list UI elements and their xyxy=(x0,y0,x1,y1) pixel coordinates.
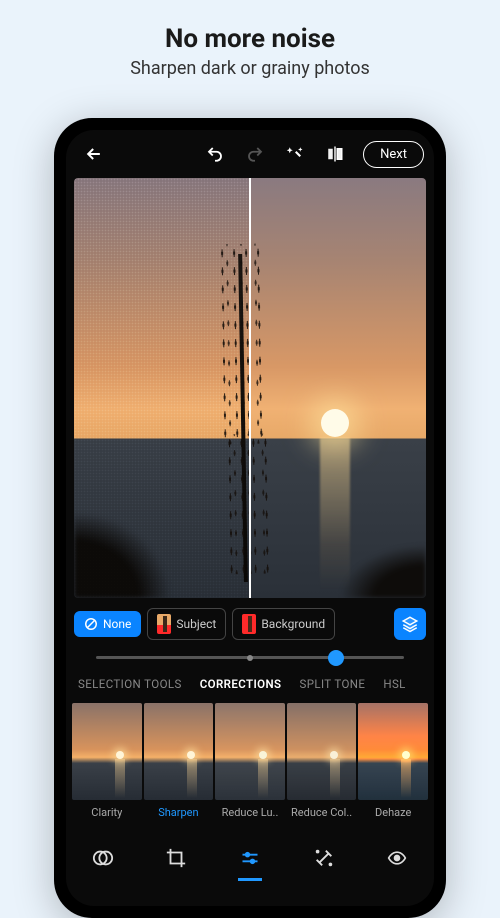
compare-divider[interactable] xyxy=(249,178,251,598)
nav-eye-icon[interactable] xyxy=(375,839,419,877)
preset-sharpen[interactable]: Sharpen xyxy=(144,703,214,819)
promo-subtitle: Sharpen dark or grainy photos xyxy=(0,58,500,79)
promo-title: No more noise xyxy=(0,0,500,54)
preset-reduce-luminance[interactable]: Reduce Lu.. xyxy=(215,703,285,819)
tab-hsl[interactable]: HSL xyxy=(383,677,405,691)
preset-strip: Clarity Sharpen Reduce Lu.. Reduce Col..… xyxy=(66,699,434,821)
top-toolbar: Next xyxy=(66,130,434,178)
preset-dehaze[interactable]: Dehaze xyxy=(358,703,428,819)
layers-button[interactable] xyxy=(394,608,426,640)
category-tabs: SELECTION TOOLS CORRECTIONS SPLIT TONE H… xyxy=(66,669,434,699)
mask-none-button[interactable]: None xyxy=(74,611,141,637)
mask-background-label: Background xyxy=(261,617,325,631)
nav-looks-icon[interactable] xyxy=(81,839,125,877)
tab-selection-tools[interactable]: SELECTION TOOLS xyxy=(78,677,182,691)
mask-background-thumb xyxy=(242,614,256,634)
next-button[interactable]: Next xyxy=(363,141,424,168)
adjustment-slider-row xyxy=(66,644,434,669)
bottom-nav xyxy=(66,827,434,885)
mask-selector-row: None Subject Background xyxy=(66,598,434,644)
nav-retouch-icon[interactable] xyxy=(302,839,346,877)
undo-icon[interactable] xyxy=(197,136,233,172)
preset-clarity[interactable]: Clarity xyxy=(72,703,142,819)
mask-subject-thumb xyxy=(157,614,171,634)
photo-canvas[interactable] xyxy=(74,178,426,598)
tab-corrections[interactable]: CORRECTIONS xyxy=(200,677,282,691)
redo-icon[interactable] xyxy=(237,136,273,172)
slider-midpoint xyxy=(247,655,253,661)
back-icon[interactable] xyxy=(76,136,112,172)
preset-reduce-color[interactable]: Reduce Col.. xyxy=(287,703,357,819)
nav-crop-icon[interactable] xyxy=(154,839,198,877)
before-noise-overlay xyxy=(74,178,250,598)
nav-adjust-icon[interactable] xyxy=(228,839,272,877)
phone-frame: Next None Subject Background xyxy=(54,118,446,918)
compare-icon[interactable] xyxy=(317,136,353,172)
tab-split-tone[interactable]: SPLIT TONE xyxy=(299,677,365,691)
slider-thumb[interactable] xyxy=(328,650,344,666)
mask-subject-label: Subject xyxy=(176,617,216,631)
auto-magic-icon[interactable] xyxy=(277,136,313,172)
mask-background-button[interactable]: Background xyxy=(232,608,335,640)
app-screen: Next None Subject Background xyxy=(66,130,434,906)
mask-subject-button[interactable]: Subject xyxy=(147,608,226,640)
mask-none-label: None xyxy=(103,617,131,631)
adjustment-slider[interactable] xyxy=(96,656,404,659)
